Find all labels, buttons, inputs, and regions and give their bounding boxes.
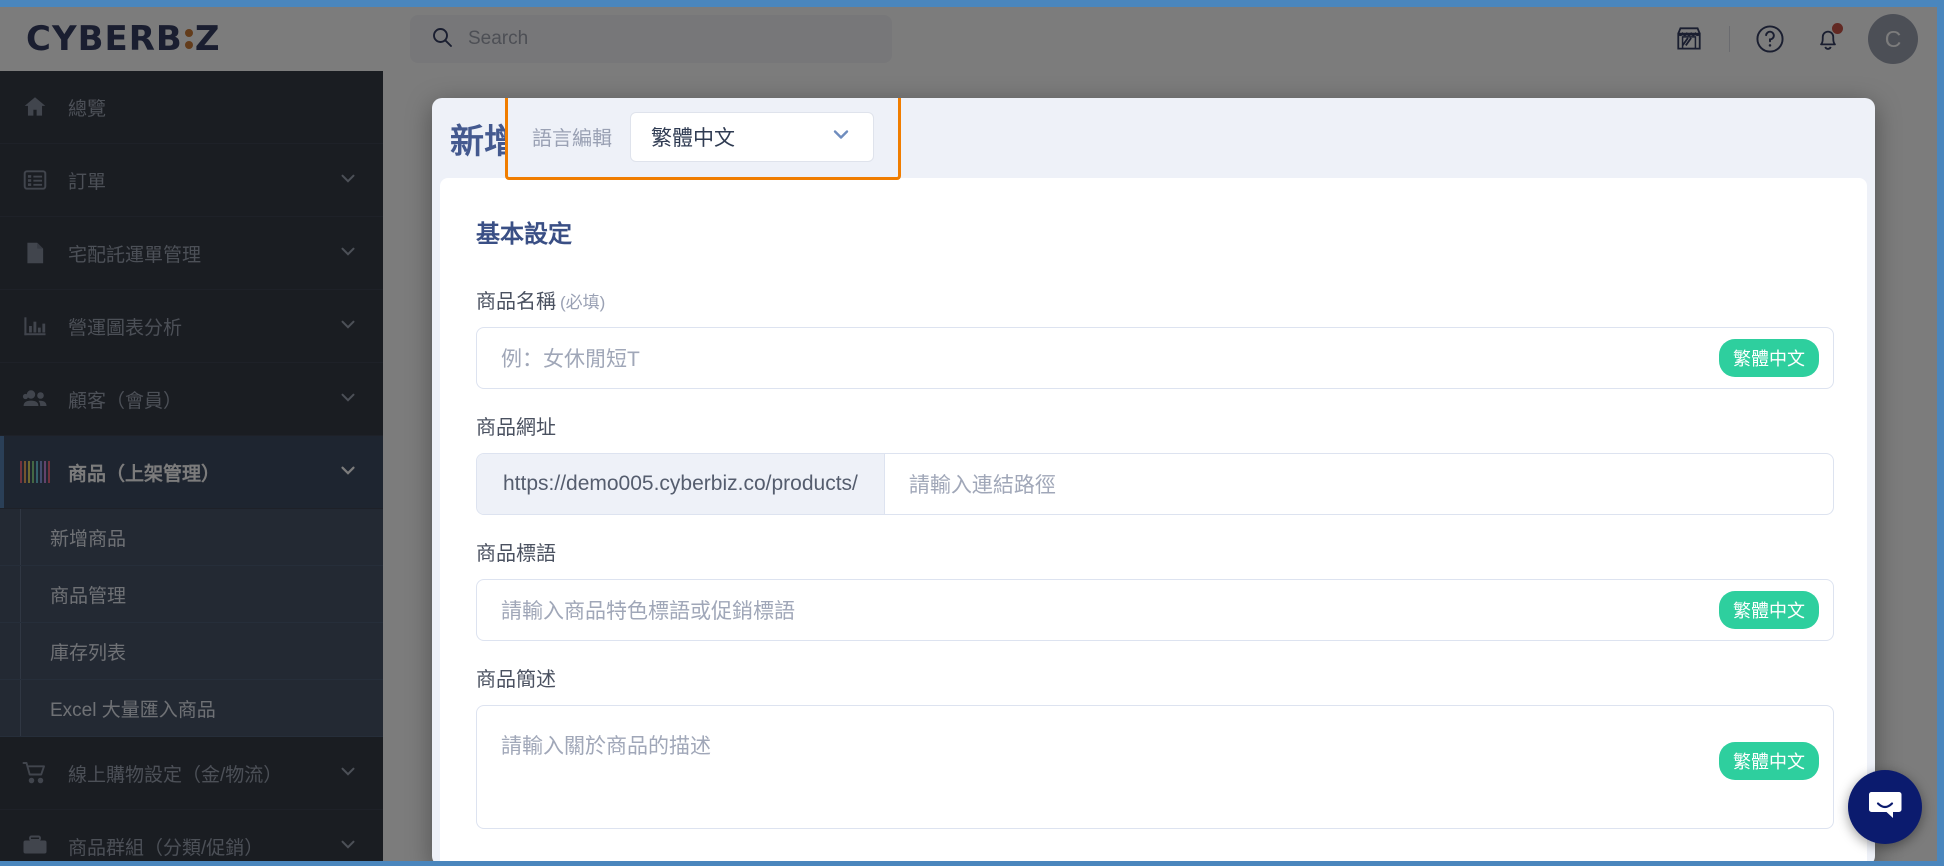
app-root: CYBERB Z Search xyxy=(0,0,1944,866)
field-label: 商品標語 xyxy=(476,537,1867,566)
field-label: 商品簡述 xyxy=(476,663,1867,692)
browser-bottom-strip xyxy=(0,861,1944,866)
field-product-summary: 商品簡述 請輸入關於商品的描述 繁體中文 xyxy=(476,663,1867,829)
product-slogan-input[interactable]: 請輸入商品特色標語或促銷標語 繁體中文 xyxy=(476,579,1834,641)
browser-top-strip xyxy=(0,0,1944,7)
field-label: 商品名稱 (必填) xyxy=(476,285,1867,314)
field-product-slogan: 商品標語 請輸入商品特色標語或促銷標語 繁體中文 xyxy=(476,537,1867,641)
language-edit-label: 語言編輯 xyxy=(532,128,612,150)
browser-right-strip xyxy=(1937,0,1944,866)
field-label-text: 商品簡述 xyxy=(476,669,556,691)
chevron-down-icon xyxy=(829,122,853,152)
field-product-url: 商品網址 https://demo005.cyberbiz.co/product… xyxy=(476,411,1867,515)
field-product-name: 商品名稱 (必填) 例：女休閒短T 繁體中文 xyxy=(476,285,1867,389)
modal-header: 新增商品 語言編輯 繁體中文 xyxy=(432,98,1875,180)
language-badge: 繁體中文 xyxy=(1719,742,1819,780)
section-title-basic-settings: 基本設定 xyxy=(476,221,572,248)
product-url-group: https://demo005.cyberbiz.co/products/ 請輸… xyxy=(476,453,1834,515)
add-product-modal: 新增商品 語言編輯 繁體中文 基本設定 商品名稱(必填) 例：女休閒短 xyxy=(432,98,1875,866)
product-url-input[interactable]: 請輸入連結路徑 xyxy=(885,454,1056,514)
language-badge: 繁體中文 xyxy=(1719,591,1819,629)
language-badge: 繁體中文 xyxy=(1719,339,1819,377)
field-label-text: 商品網址 xyxy=(476,417,556,439)
field-label: 商品網址 xyxy=(476,411,1867,440)
language-edit-group: 語言編輯 繁體中文 xyxy=(505,98,901,180)
field-label-text: 商品名稱 xyxy=(476,291,556,313)
input-placeholder: 例：女休閒短T xyxy=(501,348,640,371)
product-name-input[interactable]: 例：女休閒短T 繁體中文 xyxy=(476,327,1834,389)
chat-bubble-icon xyxy=(1864,784,1906,831)
modal-body: 基本設定 商品名稱 (必填) 例：女休閒短T 繁體中文 商品網址 https://… xyxy=(440,178,1867,866)
input-placeholder: 請輸入商品特色標語或促銷標語 xyxy=(501,600,795,623)
required-note: (必填) xyxy=(560,293,606,312)
language-select[interactable]: 繁體中文 xyxy=(630,111,874,162)
input-placeholder: 請輸入關於商品的描述 xyxy=(501,735,711,758)
field-label-text: 商品標語 xyxy=(476,543,556,565)
input-placeholder: 請輸入連結路徑 xyxy=(908,474,1056,497)
url-prefix: https://demo005.cyberbiz.co/products/ xyxy=(477,454,885,514)
language-select-value: 繁體中文 xyxy=(651,126,735,150)
chat-widget-button[interactable] xyxy=(1848,770,1922,844)
product-summary-textarea[interactable]: 請輸入關於商品的描述 繁體中文 xyxy=(476,705,1834,829)
